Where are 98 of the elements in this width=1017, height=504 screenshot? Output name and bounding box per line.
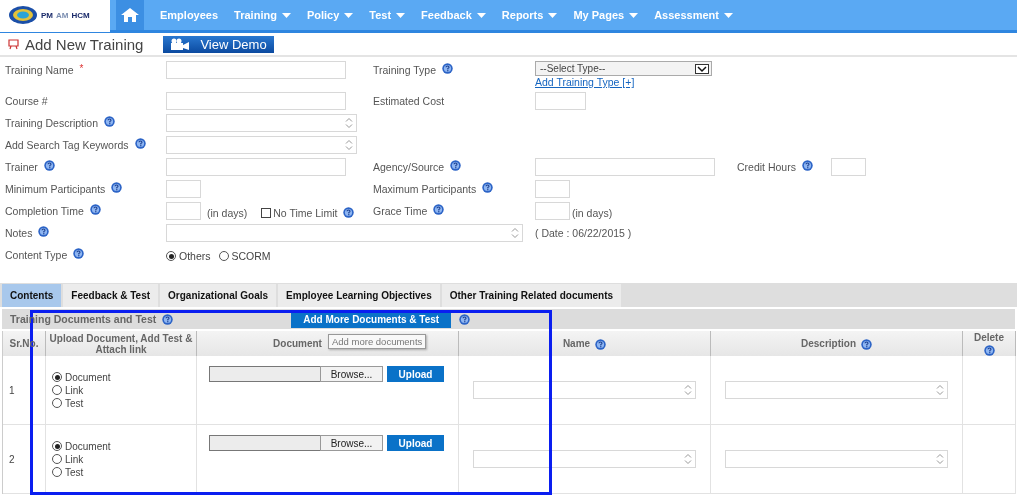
help-icon[interactable]: [459, 313, 471, 325]
input-field[interactable]: [166, 202, 201, 220]
help-icon[interactable]: [73, 248, 85, 259]
company-logo[interactable]: PM AM HCM: [0, 0, 110, 32]
help-icon[interactable]: [104, 116, 115, 127]
input-field[interactable]: [831, 158, 866, 176]
unit-text: (in days): [572, 206, 613, 219]
attach-type-radio[interactable]: [52, 372, 62, 382]
tab[interactable]: Feedback & Test: [63, 284, 159, 307]
radio-label: Document: [65, 371, 111, 383]
home-button[interactable]: [116, 0, 144, 30]
attach-type-radio[interactable]: [52, 385, 62, 395]
upload-button[interactable]: Upload: [387, 366, 444, 382]
help-icon[interactable]: [343, 207, 355, 218]
input-field[interactable]: [535, 158, 715, 176]
help-icon[interactable]: [38, 226, 50, 237]
radio-label: Document: [65, 440, 111, 452]
date-text: ( Date : 06/22/2015 ): [535, 226, 632, 239]
input-field[interactable]: [166, 92, 346, 110]
field-label: Minimum Participants: [5, 182, 106, 195]
video-camera-icon: [170, 38, 191, 50]
radio-label: Test: [65, 397, 84, 409]
field-label: Credit Hours: [737, 160, 796, 173]
help-icon[interactable]: [983, 344, 995, 356]
field-label: Grace Time: [373, 204, 428, 217]
chevron-down-icon: [695, 63, 709, 74]
help-icon[interactable]: [43, 160, 55, 171]
logo-text: HCM: [71, 10, 90, 20]
page-title: Add New Training: [25, 35, 144, 53]
file-path-field[interactable]: [209, 435, 320, 451]
field-label: Course #: [5, 94, 48, 107]
field-label: Estimated Cost: [373, 94, 445, 107]
globe-icon: [8, 5, 38, 25]
required-mark: *: [79, 62, 84, 74]
view-demo-button[interactable]: View Demo: [163, 35, 274, 53]
help-icon[interactable]: [442, 63, 454, 74]
logo-text: PM: [41, 10, 53, 20]
tab[interactable]: Contents: [2, 284, 62, 307]
radio-label: SCORM: [231, 250, 271, 262]
help-icon[interactable]: [111, 182, 123, 193]
browse-button[interactable]: Browse...: [320, 366, 383, 382]
unit-text: (in days): [207, 206, 248, 219]
attach-type-radio[interactable]: [52, 398, 62, 408]
row-number: 2: [8, 453, 15, 465]
radio-label: Link: [65, 384, 84, 396]
checkbox-label: No Time Limit: [273, 206, 338, 219]
browse-button[interactable]: Browse...: [320, 435, 383, 451]
tab[interactable]: Other Training Related documents: [441, 284, 622, 307]
column-header: Upload Document, Add Test & Attach link: [48, 332, 194, 355]
help-icon[interactable]: [134, 138, 146, 149]
radio-label: Others: [179, 250, 211, 262]
tooltip: Add more documents: [328, 334, 427, 349]
home-icon: [120, 7, 140, 23]
field-label: Trainer: [5, 160, 38, 173]
field-label: Completion Time: [5, 204, 84, 217]
content-type-radio[interactable]: [218, 251, 229, 261]
help-icon[interactable]: [450, 160, 462, 171]
attach-type-radio[interactable]: [52, 454, 62, 464]
help-icon[interactable]: [433, 204, 445, 215]
logo-text: AM: [56, 10, 69, 20]
help-icon[interactable]: [162, 313, 174, 325]
no-time-limit-checkbox[interactable]: [261, 208, 272, 218]
attach-type-radio[interactable]: [52, 441, 62, 451]
upload-button[interactable]: Upload: [387, 435, 444, 451]
board-icon: [8, 38, 19, 50]
tab[interactable]: Employee Learning Objectives: [278, 284, 440, 307]
input-field[interactable]: [166, 158, 346, 176]
field-label: Training Type: [373, 63, 437, 76]
radio-label: Link: [65, 453, 84, 465]
row-number: 1: [8, 384, 15, 396]
input-field[interactable]: [166, 61, 346, 79]
field-label: Training Description: [5, 116, 98, 129]
column-header: Name: [562, 338, 591, 349]
help-icon[interactable]: [801, 160, 813, 171]
tab[interactable]: Organizational Goals: [160, 284, 277, 307]
field-label: Maximum Participants: [373, 182, 477, 195]
column-header: Document: [273, 338, 322, 349]
field-label: Content Type: [5, 248, 68, 261]
field-label: Agency/Source: [373, 160, 445, 173]
type-select[interactable]: --Select Type--: [535, 61, 712, 76]
input-field[interactable]: [535, 92, 586, 110]
help-icon[interactable]: [861, 339, 872, 350]
input-field[interactable]: [535, 180, 570, 198]
input-field[interactable]: [535, 202, 570, 220]
field-label: Training Name: [5, 63, 74, 76]
field-label: Add Search Tag Keywords: [5, 138, 129, 151]
radio-label: Test: [65, 466, 84, 478]
help-icon[interactable]: [595, 339, 607, 350]
attach-type-radio[interactable]: [52, 467, 62, 477]
file-path-field[interactable]: [209, 366, 320, 382]
column-header: Description: [801, 338, 856, 349]
content-type-radio[interactable]: [166, 251, 176, 261]
column-header: Delete: [974, 331, 1004, 343]
add-training-type-link[interactable]: Add Training Type [+]: [535, 76, 712, 88]
field-label: Notes: [5, 226, 33, 239]
help-icon[interactable]: [482, 182, 494, 193]
help-icon[interactable]: [89, 204, 101, 215]
input-field[interactable]: [166, 180, 201, 198]
